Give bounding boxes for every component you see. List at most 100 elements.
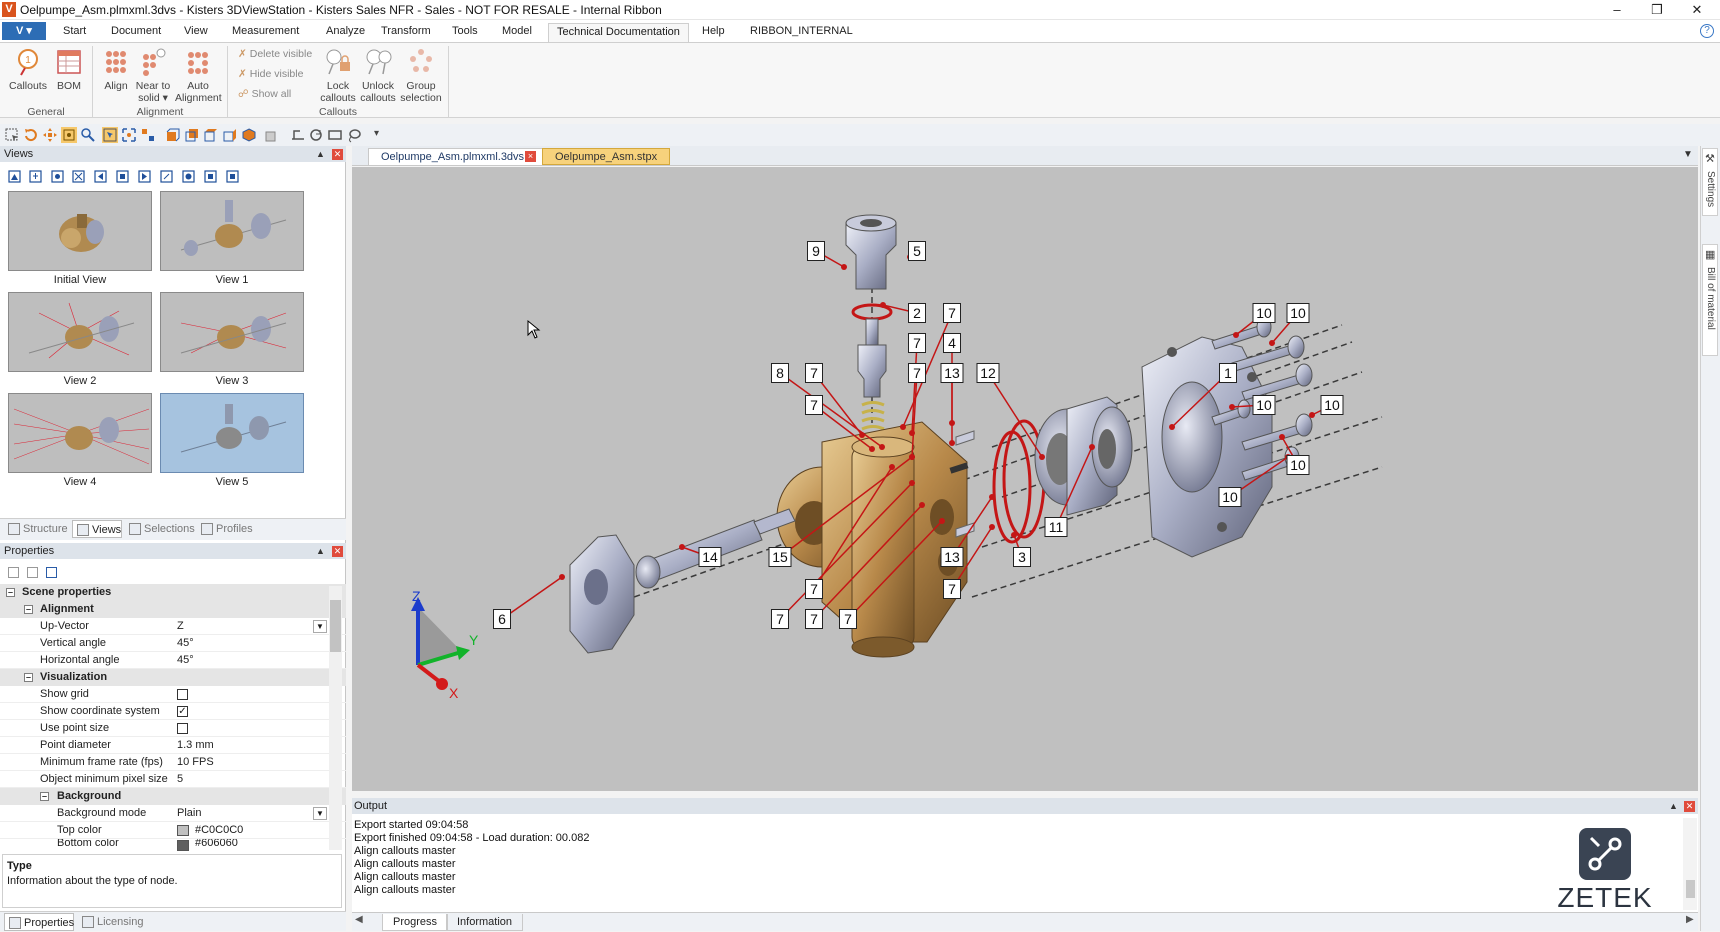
tab-properties[interactable]: Properties (4, 913, 74, 931)
background-mode-select[interactable]: Plain (177, 805, 201, 822)
zoom-window-icon[interactable] (61, 127, 77, 143)
tab-document[interactable]: Document (103, 23, 169, 42)
tab-analyze[interactable]: Analyze (318, 23, 373, 42)
delete-visible-button[interactable]: ✗ Delete visible (238, 48, 312, 60)
callout-7[interactable]: 7 (943, 579, 961, 599)
tab-licensing[interactable]: Licensing (78, 913, 148, 931)
callout-7[interactable]: 7 (805, 609, 823, 629)
lock-callouts-button[interactable]: Lock callouts (318, 47, 358, 104)
pan-icon[interactable] (42, 127, 58, 143)
near-to-solid-button[interactable]: Near to solid ▾ (133, 47, 173, 104)
callout-7[interactable]: 7 (805, 395, 823, 415)
doc-tab-3dvs[interactable]: Oelpumpe_Asm.plmxml.3dvs (368, 148, 552, 165)
callout-6[interactable]: 6 (493, 609, 511, 629)
callout-12[interactable]: 12 (976, 363, 1000, 383)
show-all-button[interactable]: ☍ Show all (238, 88, 291, 100)
tab-information[interactable]: Information (446, 914, 524, 931)
callout-1[interactable]: 1 (1219, 363, 1237, 383)
prop-top-color[interactable]: Top color #C0C0C0 (0, 822, 346, 839)
prop-min-pixel-size[interactable]: Object minimum pixel size 5 (0, 771, 346, 788)
prop-bottom-color[interactable]: Bottom color #606060 (0, 839, 346, 851)
tab-structure[interactable]: Structure (4, 520, 68, 538)
output-close-icon[interactable]: ✕ (1684, 801, 1695, 812)
tab-view[interactable]: View (176, 23, 216, 42)
tab-model[interactable]: Model (494, 23, 540, 42)
toolbar-overflow-icon[interactable]: ▾ (374, 128, 379, 139)
prop-vertical-angle[interactable]: Vertical angle 45° (0, 635, 346, 652)
lasso-icon[interactable] (346, 127, 362, 143)
tab-ribbon-internal[interactable]: RIBBON_INTERNAL (742, 23, 861, 42)
filter-icon[interactable] (46, 567, 57, 578)
align-button[interactable]: Align (98, 47, 134, 92)
callout-7[interactable]: 7 (943, 303, 961, 323)
callout-14[interactable]: 14 (698, 547, 722, 567)
tab-progress[interactable]: Progress (382, 914, 449, 931)
rotate-icon[interactable] (23, 127, 39, 143)
explode-icon[interactable] (140, 127, 156, 143)
pin-icon[interactable]: ▲ (316, 546, 326, 556)
use-point-size-checkbox[interactable] (177, 723, 188, 734)
select-parts-icon[interactable] (102, 127, 118, 143)
scroll-left-icon[interactable]: ◀ (355, 914, 363, 925)
views-close-icon[interactable]: ✕ (332, 149, 343, 160)
callout-9[interactable]: 9 (807, 241, 825, 261)
view-back-icon[interactable] (184, 127, 200, 143)
category-visualization[interactable]: – Visualization (0, 669, 346, 686)
tab-tools[interactable]: Tools (444, 23, 486, 42)
part-valve-pin[interactable] (857, 318, 887, 398)
show-grid-checkbox[interactable] (177, 689, 188, 700)
callout-2[interactable]: 2 (908, 303, 926, 323)
view-thumbnail-4[interactable] (8, 393, 152, 473)
view-thumbnail-2[interactable] (8, 292, 152, 372)
tab-selections[interactable]: Selections (125, 520, 195, 538)
tab-views[interactable]: Views (72, 520, 122, 538)
part-rotor[interactable] (1034, 396, 1133, 516)
callout-10[interactable]: 10 (1252, 303, 1276, 323)
tab-measurement[interactable]: Measurement (224, 23, 307, 42)
callout-3[interactable]: 3 (1013, 547, 1031, 567)
doc-tab-list-icon[interactable]: ▼ (1683, 149, 1693, 160)
tab-technical-documentation[interactable]: Technical Documentation (548, 23, 689, 42)
prop-background-mode[interactable]: Background mode Plain ▼ (0, 805, 346, 822)
callout-11[interactable]: 11 (1044, 517, 1068, 537)
alphabetical-icon[interactable] (27, 567, 38, 578)
rectangle-icon[interactable] (327, 127, 343, 143)
tab-transform[interactable]: Transform (373, 23, 439, 42)
refresh-icon[interactable] (308, 127, 324, 143)
callout-7[interactable]: 7 (839, 609, 857, 629)
3d-viewport[interactable]: Z Y X 9 5 2 7 7 4 10 10 8 7 7 13 12 1 7 10 10 10 10 11 14 15 1… (352, 167, 1698, 791)
section-icon[interactable] (290, 127, 306, 143)
group-selection-button[interactable]: Group selection (398, 47, 444, 104)
callout-15[interactable]: 15 (768, 547, 792, 567)
view-front-icon[interactable] (165, 127, 181, 143)
callout-10[interactable]: 10 (1218, 487, 1242, 507)
callouts-button[interactable]: 1 Callouts (6, 47, 50, 92)
callout-13[interactable]: 13 (940, 363, 964, 383)
view-bottom-icon[interactable] (264, 127, 280, 143)
show-coordinate-checkbox[interactable]: ✓ (177, 706, 188, 717)
properties-scroll-thumb[interactable] (330, 600, 341, 652)
prop-show-grid[interactable]: Show grid (0, 686, 346, 703)
collapse-icon[interactable]: – (24, 605, 33, 614)
callout-13[interactable]: 13 (940, 547, 964, 567)
category-alignment[interactable]: – Alignment (0, 601, 346, 618)
callout-10[interactable]: 10 (1320, 395, 1344, 415)
tab-help[interactable]: Help (694, 23, 733, 42)
view-thumbnail-1[interactable] (160, 191, 304, 271)
pin-icon[interactable]: ▲ (1669, 801, 1679, 811)
part-cap[interactable] (845, 214, 897, 290)
callout-8[interactable]: 8 (771, 363, 789, 383)
view-thumbnail-5[interactable] (160, 393, 304, 473)
zoom-icon[interactable] (80, 127, 96, 143)
bom-button[interactable]: BOM (52, 47, 86, 92)
callout-7[interactable]: 7 (805, 579, 823, 599)
3d-model-scene[interactable]: Z Y X 9 5 2 7 7 4 10 10 8 7 7 13 12 1 7 10 10 10 10 11 14 15 1… (352, 167, 1698, 791)
close-window-button[interactable]: ✕ (1680, 0, 1714, 20)
doc-tab-stpx[interactable]: Oelpumpe_Asm.stpx (542, 148, 671, 165)
help-icon[interactable]: ? (1700, 24, 1714, 38)
side-tab-bill-of-material[interactable]: ▦ Bill of material (1702, 244, 1718, 356)
bottom-color-swatch[interactable] (177, 840, 189, 851)
chevron-down-icon[interactable]: ▼ (313, 620, 327, 633)
auto-alignment-button[interactable]: Auto Alignment (175, 47, 222, 104)
fit-all-icon[interactable] (121, 127, 137, 143)
